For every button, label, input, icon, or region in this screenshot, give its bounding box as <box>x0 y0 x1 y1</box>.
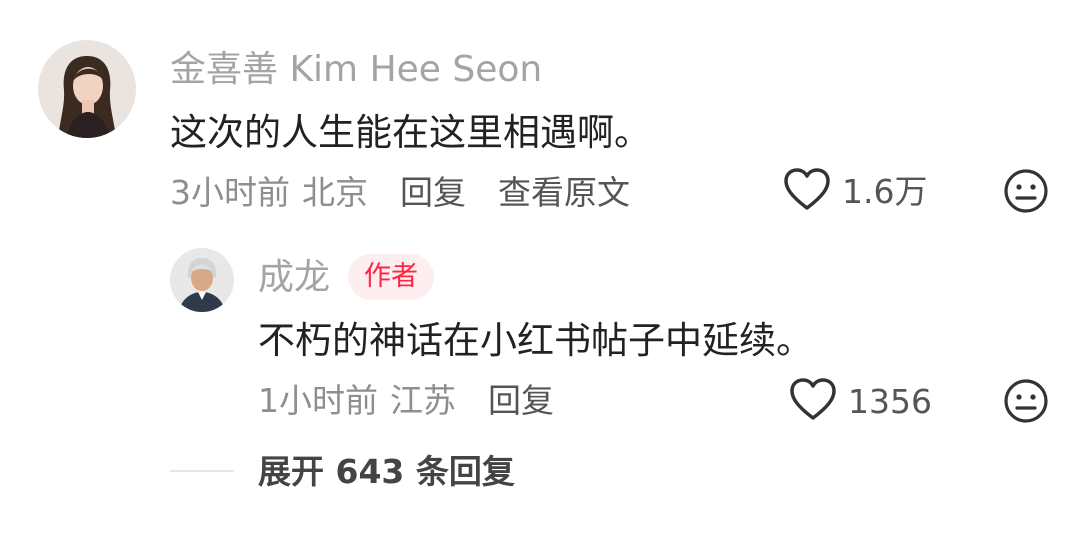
comment-like-button[interactable] <box>782 166 832 214</box>
expand-divider <box>170 470 234 472</box>
neutral-face-icon <box>1004 379 1048 423</box>
reply-avatar[interactable] <box>170 248 234 312</box>
reply-author[interactable]: 成龙 <box>258 256 330 300</box>
view-original-button[interactable]: 查看原文 <box>498 166 630 214</box>
reply-like-button[interactable] <box>788 376 838 424</box>
reply-time: 1小时前 <box>258 381 378 420</box>
reply-reaction-button[interactable] <box>1003 378 1049 424</box>
comment-like-count: 1.6万 <box>842 172 928 211</box>
neutral-face-icon <box>1004 169 1048 213</box>
comment-reaction-button[interactable] <box>1003 168 1049 214</box>
comment-time: 3小时前 <box>170 173 290 212</box>
reply-location: 江苏 <box>390 381 456 420</box>
avatar[interactable] <box>38 40 136 138</box>
heart-outline-icon <box>790 378 836 420</box>
reply-reply-button[interactable]: 回复 <box>488 374 554 422</box>
comment-reply-button[interactable]: 回复 <box>400 166 466 214</box>
expand-replies-button[interactable]: 展开 643 条回复 <box>258 451 515 493</box>
comment-author[interactable]: 金喜善 Kim Hee Seon <box>170 48 542 92</box>
reply-like-count: 1356 <box>848 382 932 421</box>
reply-text: 不朽的神话在小红书帖子中延续。 <box>258 319 813 362</box>
comment-location: 北京 <box>302 173 368 212</box>
heart-outline-icon <box>784 168 830 210</box>
author-badge: 作者 <box>348 254 434 300</box>
comment-text: 这次的人生能在这里相遇啊。 <box>170 111 651 154</box>
